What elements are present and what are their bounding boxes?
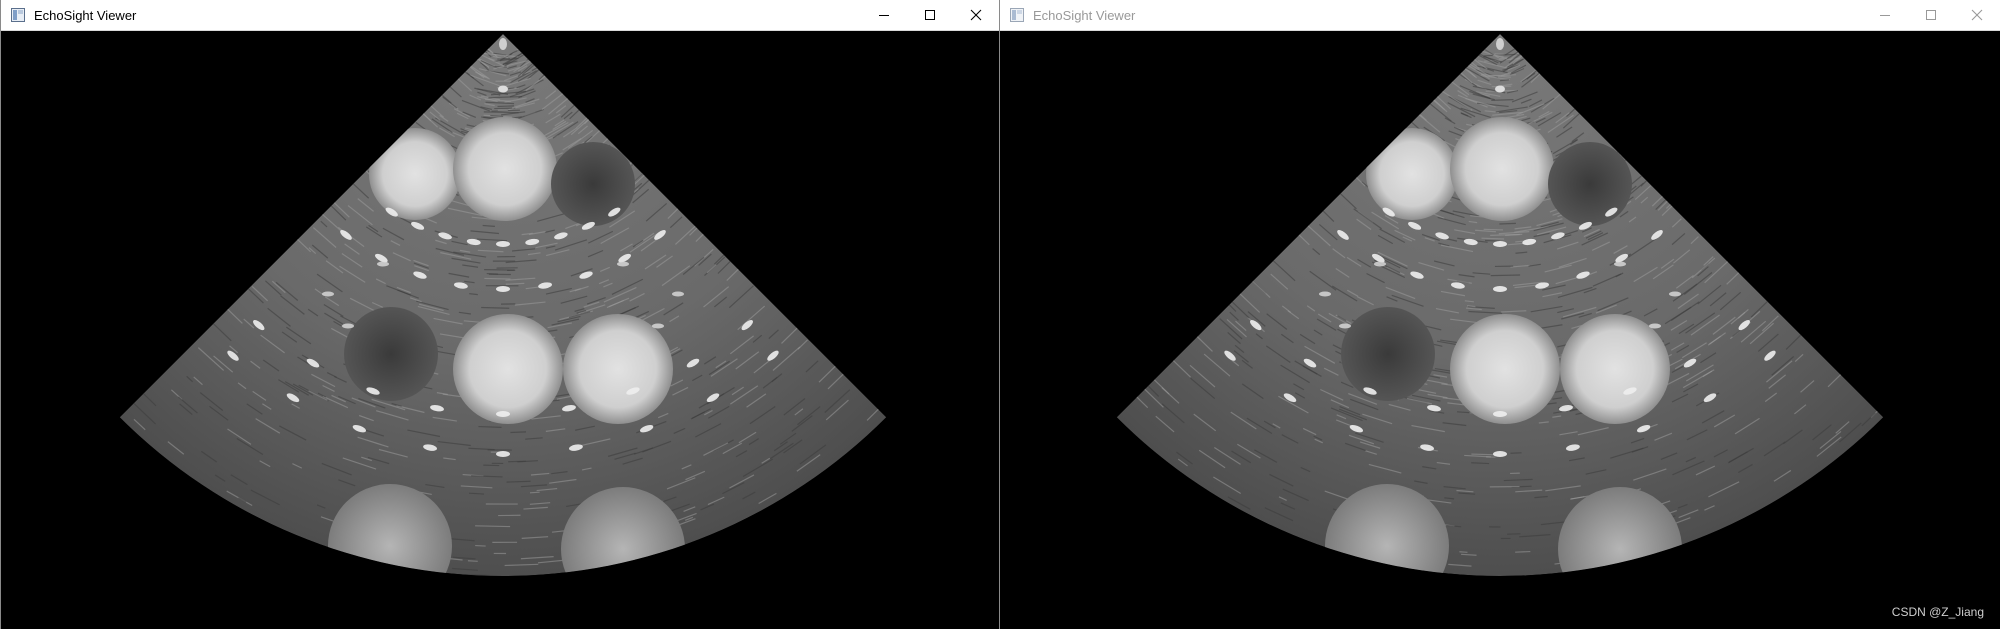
ultrasound-image-area[interactable]: [1, 31, 999, 629]
maximize-button[interactable]: [1908, 0, 1954, 30]
watermark-text: CSDN @Z_Jiang: [1891, 605, 1984, 619]
window-title: EchoSight Viewer: [34, 7, 137, 23]
ultrasound-scan-image: [1116, 34, 1884, 576]
minimize-icon: [879, 15, 889, 16]
maximize-icon: [1926, 10, 1936, 20]
close-icon: [970, 9, 982, 21]
close-button[interactable]: [1954, 0, 2000, 30]
close-icon: [1971, 9, 1983, 21]
maximize-button[interactable]: [907, 0, 953, 30]
title-bar[interactable]: EchoSight Viewer: [1000, 0, 2000, 31]
close-button[interactable]: [953, 0, 999, 30]
title-bar[interactable]: EchoSight Viewer: [1, 0, 999, 31]
viewer-window-left: EchoSight Viewer: [0, 0, 1000, 629]
app-window-icon: [1009, 7, 1025, 23]
window-title: EchoSight Viewer: [1033, 7, 1136, 23]
ultrasound-scan-image: [119, 34, 887, 576]
window-controls: [1862, 0, 2000, 30]
ultrasound-image-area[interactable]: CSDN @Z_Jiang: [1000, 31, 2000, 629]
window-controls: [861, 0, 999, 30]
minimize-button[interactable]: [861, 0, 907, 30]
viewer-window-right: EchoSight Viewer CSDN @Z_Jiang: [1000, 0, 2000, 629]
app-window-icon: [10, 7, 26, 23]
minimize-button[interactable]: [1862, 0, 1908, 30]
maximize-icon: [925, 10, 935, 20]
minimize-icon: [1880, 15, 1890, 16]
